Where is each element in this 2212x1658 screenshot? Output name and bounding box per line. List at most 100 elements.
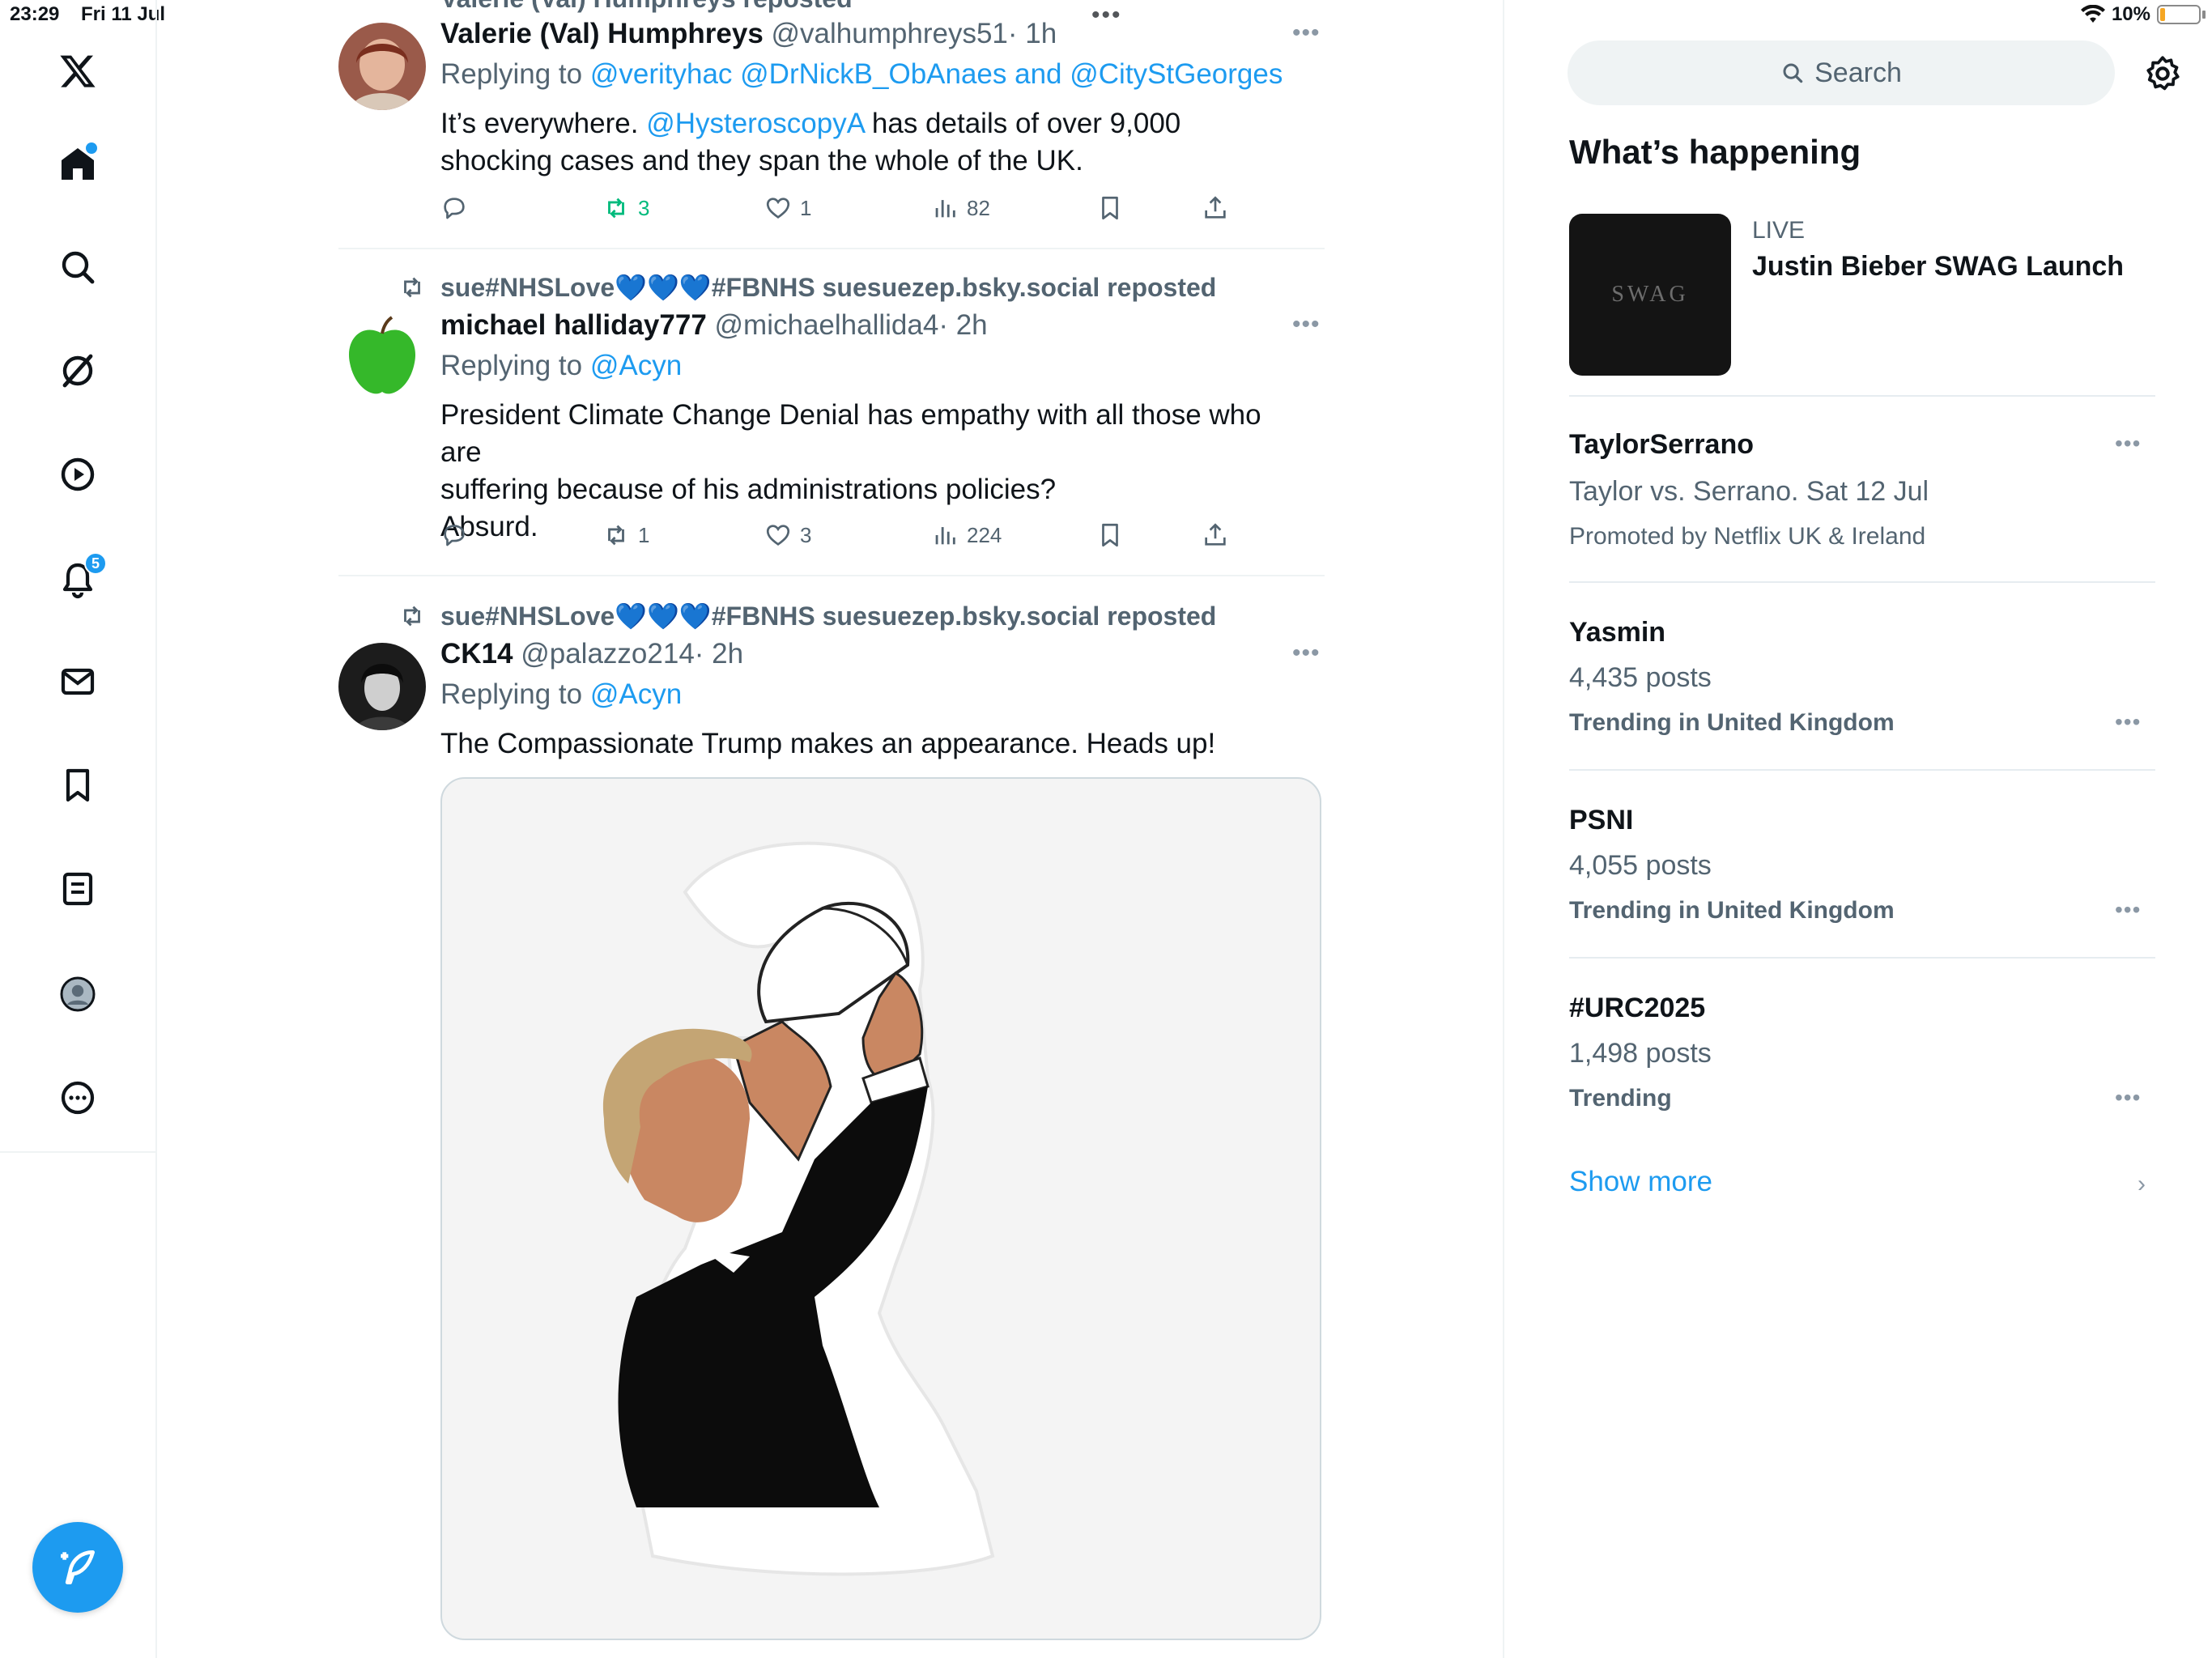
replying-prefix: Replying to xyxy=(440,350,583,381)
author-name[interactable]: Valerie (Val) Humphreys xyxy=(440,18,764,49)
tweet-divider xyxy=(338,248,1325,249)
tweet-more-icon[interactable]: ••• xyxy=(1292,311,1321,338)
chevron-right-icon[interactable]: › xyxy=(2138,1171,2146,1198)
repost-count: 3 xyxy=(638,195,650,220)
repost-line: sue#NHSLove💙💙💙#FBNHS suesuezep.bsky.soci… xyxy=(404,272,1216,303)
replying-to: Replying to @verityhac @DrNickB_ObAnaes … xyxy=(440,58,1283,91)
share-icon xyxy=(1205,523,1226,546)
heart-icon xyxy=(766,525,790,546)
repost-button[interactable]: 3 xyxy=(602,194,649,222)
repost-small-icon xyxy=(404,277,420,298)
compose-feather-icon xyxy=(61,1550,95,1584)
grok-icon[interactable] xyxy=(52,345,104,397)
replying-to: Replying to @Acyn xyxy=(440,678,682,711)
bookmark-button[interactable] xyxy=(1096,194,1124,222)
wifi-icon xyxy=(2080,5,2105,23)
x-logo-icon[interactable] xyxy=(52,45,104,97)
avatar-ck14[interactable] xyxy=(338,643,426,730)
messages-mail-icon[interactable] xyxy=(52,656,104,708)
trend-more-icon[interactable]: ••• xyxy=(2115,1085,2141,1111)
trend-title: Yasmin xyxy=(1569,617,1666,648)
tweet-body-line: suffering because of his administrations… xyxy=(440,474,1057,505)
home-unread-dot xyxy=(86,142,97,154)
home-icon[interactable] xyxy=(52,138,104,189)
tweet-actions: 1 3 224 xyxy=(440,521,1250,557)
trend-subtitle: 4,435 posts xyxy=(1569,662,1712,693)
tweet-mention-link[interactable]: @HysteroscopyA xyxy=(646,108,864,139)
trend-title: #URC2025 xyxy=(1569,993,1706,1023)
notifications-bell-icon[interactable]: 5 xyxy=(52,552,107,606)
more-options-icon[interactable] xyxy=(52,1072,104,1124)
search-bar[interactable]: Search xyxy=(1568,40,2115,105)
views-button[interactable]: 82 xyxy=(931,194,990,222)
settings-gear-icon[interactable] xyxy=(2142,53,2183,94)
trend-more-icon[interactable]: ••• xyxy=(2115,431,2141,457)
share-icon xyxy=(1205,196,1226,219)
tweet-more-icon[interactable]: ••• xyxy=(1292,640,1321,667)
tweet-time: · 2h xyxy=(938,309,988,341)
live-title[interactable]: Justin Bieber SWAG Launch xyxy=(1752,251,2124,283)
author-handle[interactable]: @palazzo214 xyxy=(521,638,695,670)
show-more-link[interactable]: Show more xyxy=(1569,1166,1712,1198)
sidebar-divider xyxy=(1569,957,2155,959)
author-name[interactable]: michael halliday777 xyxy=(440,309,707,341)
tweet-body-text: The Compassionate Trump makes an appeara… xyxy=(440,728,1216,759)
views-chart-icon xyxy=(935,527,955,545)
avatar-valerie[interactable] xyxy=(338,23,426,110)
like-button[interactable]: 3 xyxy=(764,521,811,549)
like-button[interactable]: 1 xyxy=(764,194,811,222)
repost-button[interactable]: 1 xyxy=(602,521,649,549)
tweet-time: · 1h xyxy=(1007,18,1057,49)
tweet-body: The Compassionate Trump makes an appeara… xyxy=(440,725,1299,763)
tweet-header: CK14 @palazzo214· 2h xyxy=(440,638,743,670)
search-icon[interactable] xyxy=(52,241,104,293)
trend-more-icon[interactable]: ••• xyxy=(2115,897,2141,923)
battery-nub xyxy=(2202,11,2206,19)
repost-line-text[interactable]: sue#NHSLove💙💙💙#FBNHS suesuezep.bsky.soci… xyxy=(440,601,1216,631)
share-button[interactable] xyxy=(1202,521,1229,549)
lists-icon[interactable] xyxy=(52,863,104,915)
author-handle[interactable]: @michaelhallida4 xyxy=(715,309,939,341)
trend-subtitle: 1,498 posts xyxy=(1569,1038,1712,1069)
compose-post-button[interactable] xyxy=(32,1522,123,1613)
sticker-illustration xyxy=(602,841,995,1576)
tweet-divider xyxy=(338,575,1325,576)
tweet-time: · 2h xyxy=(694,638,744,670)
live-thumbnail[interactable]: SWAG xyxy=(1569,214,1731,376)
author-name[interactable]: CK14 xyxy=(440,638,513,670)
views-count: 82 xyxy=(967,195,990,220)
notifications-badge: 5 xyxy=(84,552,107,575)
trend-meta: Trending in United Kingdom xyxy=(1569,709,1895,736)
author-handle[interactable]: @valhumphreys51 xyxy=(772,18,1008,49)
replying-to-handles[interactable]: @Acyn xyxy=(590,678,682,710)
profile-avatar-icon[interactable] xyxy=(52,968,104,1020)
trend-more-icon[interactable]: ••• xyxy=(2115,709,2141,735)
bookmark-button[interactable] xyxy=(1096,521,1124,549)
avatar-michael[interactable] xyxy=(338,314,426,402)
trend-meta: Trending in United Kingdom xyxy=(1569,897,1895,924)
trend-subtitle: Taylor vs. Serrano. Sat 12 Jul xyxy=(1569,476,1929,507)
like-count: 1 xyxy=(800,195,812,220)
reply-icon xyxy=(444,525,465,546)
repost-line-cut: Valerie (Val) Humphreys reposted xyxy=(440,0,853,14)
video-icon[interactable] xyxy=(52,449,104,500)
sidebar-divider xyxy=(1569,581,2155,583)
reply-button[interactable] xyxy=(440,194,468,222)
nav-divider xyxy=(0,1151,157,1153)
repost-line-text[interactable]: sue#NHSLove💙💙💙#FBNHS suesuezep.bsky.soci… xyxy=(440,272,1216,303)
tweet-media-image[interactable] xyxy=(440,777,1321,1640)
tweet-more-icon[interactable]: ••• xyxy=(1292,19,1321,47)
heart-icon xyxy=(766,198,790,219)
trend-title: PSNI xyxy=(1569,805,1634,835)
repost-icon xyxy=(608,198,624,219)
search-placeholder: Search xyxy=(1814,57,1902,88)
share-button[interactable] xyxy=(1202,194,1229,222)
repost-icon xyxy=(608,525,624,546)
replying-to-handles[interactable]: @Acyn xyxy=(590,350,682,381)
battery-icon xyxy=(2157,5,2201,24)
views-button[interactable]: 224 xyxy=(931,521,1002,549)
bookmarks-icon[interactable] xyxy=(52,759,104,811)
replying-to-handles[interactable]: @verityhac @DrNickB_ObAnaes and @CityStG… xyxy=(590,58,1283,90)
reply-button[interactable] xyxy=(440,521,468,549)
trend-title: TaylorSerrano xyxy=(1569,429,1755,460)
